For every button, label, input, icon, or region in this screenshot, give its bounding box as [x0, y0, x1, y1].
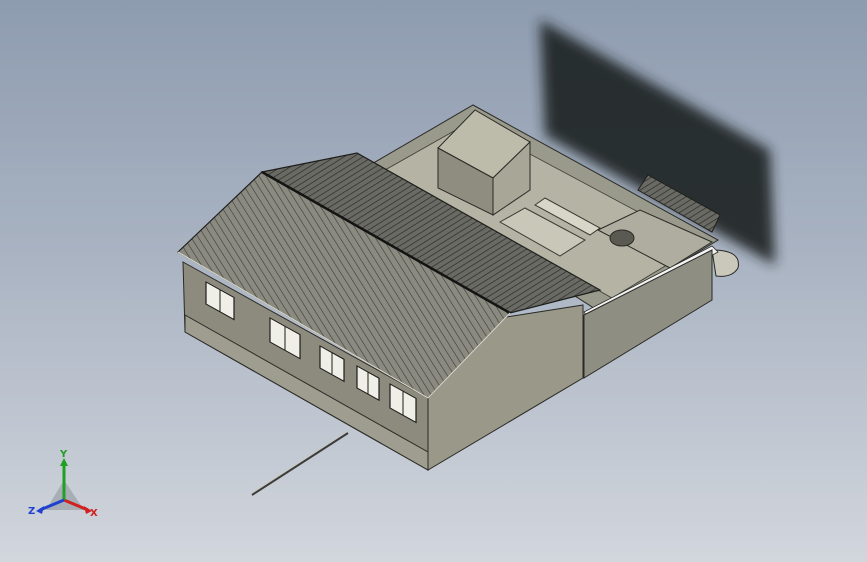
axis-triad[interactable]: Y X Z	[24, 448, 104, 524]
z-axis-arrow	[36, 506, 44, 514]
pole-highlight	[251, 430, 349, 494]
z-axis-label: Z	[28, 506, 35, 517]
pole	[251, 432, 349, 496]
house-model[interactable]	[0, 0, 867, 562]
y-axis-label: Y	[59, 449, 68, 460]
drum	[711, 249, 739, 277]
x-axis-label: X	[90, 508, 98, 519]
pavilion-arch	[609, 229, 635, 247]
cad-viewport[interactable]: Y X Z	[0, 0, 867, 562]
